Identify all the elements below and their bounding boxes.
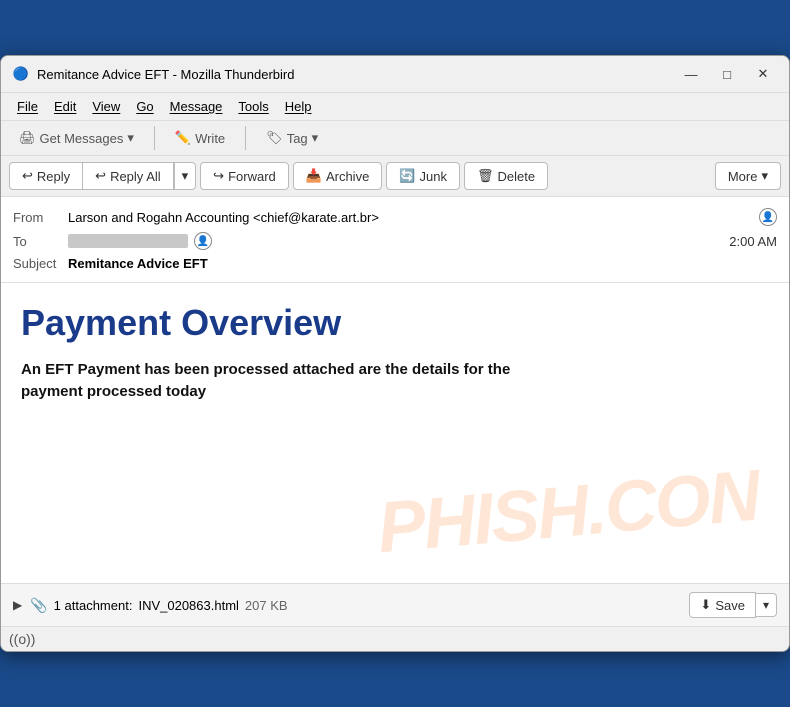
tag-label: Tag [287, 131, 308, 146]
tag-button[interactable]: 🏷 Tag ▾ [256, 125, 328, 151]
menu-help[interactable]: Help [277, 95, 320, 118]
attachment-count: 1 attachment: [54, 598, 133, 613]
action-bar: ↩ Reply ↩ Reply All ▾ ↪ Forward 📥 Archiv… [1, 156, 789, 197]
archive-icon: 📥 [306, 168, 322, 184]
menu-message[interactable]: Message [162, 95, 231, 118]
save-dropdown-button[interactable]: ▾ [756, 593, 777, 617]
write-icon: ✏️ [175, 130, 191, 146]
archive-button[interactable]: 📥 Archive [293, 162, 383, 190]
minimize-button[interactable]: — [677, 64, 705, 84]
reply-button[interactable]: ↩ Reply [9, 162, 83, 190]
save-label: Save [715, 598, 745, 613]
menu-file[interactable]: File [9, 95, 46, 118]
email-body: PHISH.CON Payment Overview An EFT Paymen… [1, 283, 789, 583]
forward-button[interactable]: ↪ Forward [200, 162, 289, 190]
save-attachment-button[interactable]: ⬇ Save [689, 592, 756, 618]
menu-edit[interactable]: Edit [46, 95, 84, 118]
to-label: To [13, 234, 68, 249]
reply-dropdown-button[interactable]: ▾ [174, 162, 197, 190]
more-button[interactable]: More ▾ [715, 162, 781, 190]
main-window: 🔵 Remitance Advice EFT - Mozilla Thunder… [0, 55, 790, 652]
subject-value: Remitance Advice EFT [68, 256, 208, 271]
archive-group: 📥 Archive [293, 162, 383, 190]
menu-tools[interactable]: Tools [230, 95, 276, 118]
statusbar: ((o)) [1, 626, 789, 651]
get-messages-icon: 🖨 [19, 130, 36, 146]
reply-group: ↩ Reply ↩ Reply All ▾ [9, 162, 196, 190]
menu-view[interactable]: View [84, 95, 128, 118]
to-row: To 👤 2:00 AM [13, 229, 777, 253]
attachment-filename[interactable]: INV_020863.html [138, 598, 238, 613]
forward-group: ↪ Forward [200, 162, 289, 190]
junk-label: Junk [420, 169, 447, 184]
toolbar-divider-2 [245, 126, 246, 150]
save-icon: ⬇ [700, 597, 711, 613]
from-row: From Larson and Rogahn Accounting <chief… [13, 205, 777, 229]
tag-icon: 🏷 [266, 130, 283, 146]
delete-group: 🗑 Delete [464, 162, 548, 190]
recipient-avatar[interactable]: 👤 [194, 232, 212, 250]
more-dropdown-icon: ▾ [761, 168, 768, 184]
email-heading: Payment Overview [21, 303, 769, 343]
attachment-size: 207 KB [245, 598, 288, 613]
window-controls: — □ ✕ [677, 64, 777, 84]
sender-avatar[interactable]: 👤 [759, 208, 777, 226]
forward-label: Forward [228, 169, 276, 184]
write-label: Write [195, 131, 225, 146]
app-icon: 🔵 [13, 66, 29, 82]
watermark: PHISH.CON [374, 455, 762, 570]
get-messages-label: Get Messages [40, 131, 124, 146]
menubar: File Edit View Go Message Tools Help [1, 93, 789, 121]
from-label: From [13, 210, 68, 225]
reply-all-button[interactable]: ↩ Reply All [83, 162, 173, 190]
reply-icon: ↩ [22, 168, 33, 184]
attachment-expand-icon[interactable]: ▶ [13, 598, 22, 612]
reply-all-label: Reply All [110, 169, 161, 184]
attachment-info: 📎 1 attachment: INV_020863.html 207 KB [30, 597, 689, 614]
toolbar: 🖨 Get Messages ▾ ✏️ Write 🏷 Tag ▾ [1, 121, 789, 156]
junk-group: 🔄 Junk [386, 162, 460, 190]
junk-button[interactable]: 🔄 Junk [386, 162, 460, 190]
delete-button[interactable]: 🗑 Delete [464, 162, 548, 190]
reply-all-icon: ↩ [95, 168, 106, 184]
attachment-bar: ▶ 📎 1 attachment: INV_020863.html 207 KB… [1, 583, 789, 626]
from-value: Larson and Rogahn Accounting <chief@kara… [68, 210, 753, 225]
window-title: Remitance Advice EFT - Mozilla Thunderbi… [37, 67, 669, 82]
archive-label: Archive [326, 169, 369, 184]
get-messages-dropdown-icon: ▾ [127, 130, 134, 146]
subject-label: Subject [13, 256, 68, 271]
connection-icon: ((o)) [9, 631, 35, 647]
paperclip-icon: 📎 [30, 597, 47, 614]
delete-label: Delete [497, 169, 535, 184]
toolbar-divider [154, 126, 155, 150]
delete-icon: 🗑 [477, 168, 494, 184]
titlebar: 🔵 Remitance Advice EFT - Mozilla Thunder… [1, 56, 789, 93]
write-button[interactable]: ✏️ Write [165, 125, 235, 151]
get-messages-button[interactable]: 🖨 Get Messages ▾ [9, 125, 144, 151]
email-time: 2:00 AM [729, 234, 777, 249]
forward-icon: ↪ [213, 168, 224, 184]
junk-icon: 🔄 [399, 168, 415, 184]
reply-label: Reply [37, 169, 70, 184]
menu-go[interactable]: Go [128, 95, 161, 118]
more-label: More [728, 169, 758, 184]
email-header: From Larson and Rogahn Accounting <chief… [1, 197, 789, 283]
email-body-text: An EFT Payment has been processed attach… [21, 359, 521, 404]
tag-dropdown-icon: ▾ [312, 130, 319, 146]
close-button[interactable]: ✕ [749, 64, 777, 84]
maximize-button[interactable]: □ [713, 64, 741, 84]
to-value-redacted [68, 234, 188, 248]
subject-row: Subject Remitance Advice EFT [13, 253, 777, 274]
